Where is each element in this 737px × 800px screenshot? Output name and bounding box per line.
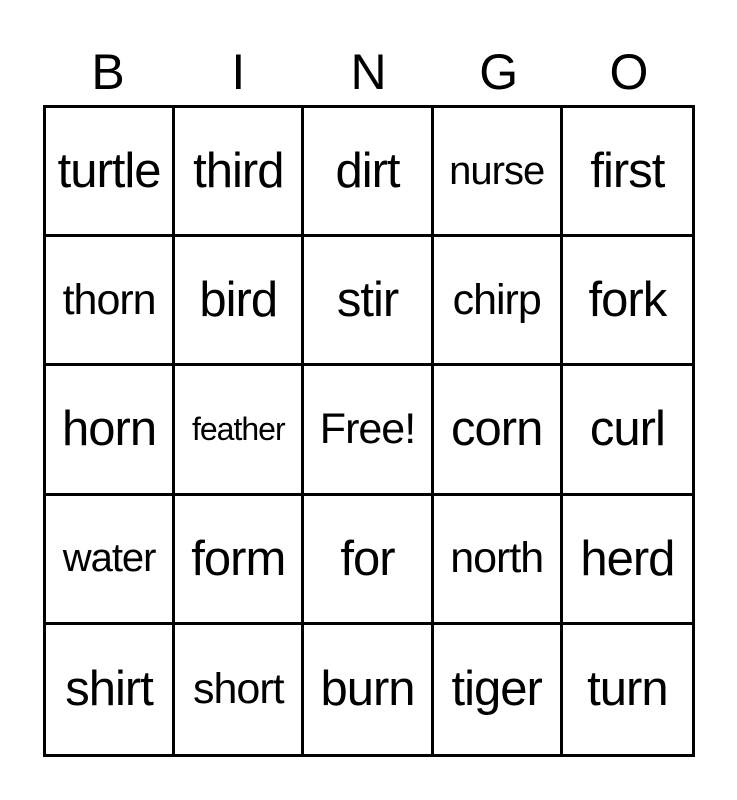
header-letter-b: B (91, 44, 125, 100)
header-letter-o: O (609, 44, 649, 100)
bingo-cell: for (304, 495, 434, 625)
header-letter-n: N (350, 44, 387, 100)
bingo-cell: water (46, 495, 176, 625)
bingo-cell: bird (175, 237, 305, 367)
bingo-cell: fork (562, 237, 692, 367)
bingo-cell: nurse (433, 108, 563, 238)
bingo-cell: shirt (46, 624, 176, 754)
bingo-cell: feather (175, 366, 305, 496)
bingo-cell: corn (433, 366, 563, 496)
bingo-cell: first (562, 108, 692, 238)
bingo-cell: turn (587, 662, 668, 717)
bingo-cell: stir (304, 237, 434, 367)
bingo-cell: chirp (433, 237, 563, 367)
bingo-cell: form (175, 495, 305, 625)
bingo-cell: turtle (46, 108, 176, 238)
bingo-cell: third (175, 108, 305, 238)
bingo-cell: dirt (304, 108, 434, 238)
bingo-cell: tiger (434, 624, 563, 754)
bingo-cell: herd (562, 496, 692, 625)
bingo-header: B I N G O (43, 42, 694, 102)
free-space-cell: Free! (304, 366, 434, 496)
bingo-cell: horn (46, 366, 176, 496)
bingo-cell: short (175, 624, 305, 754)
bingo-board: turtle third dirt nurse first thorn bird… (43, 105, 695, 757)
bingo-cell: north (433, 495, 563, 625)
header-letter-i: I (231, 44, 246, 100)
bingo-cell: burn (304, 624, 434, 754)
header-letter-g: G (479, 44, 519, 100)
bingo-cell: curl (562, 366, 692, 496)
bingo-cell: thorn (46, 237, 176, 367)
